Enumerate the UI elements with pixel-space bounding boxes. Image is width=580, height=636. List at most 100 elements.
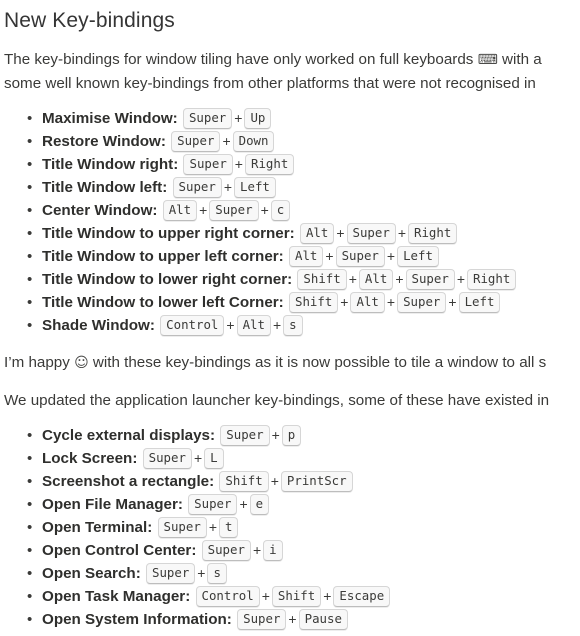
keybinding-item: Open Control Center: Super+i	[4, 539, 580, 562]
key-cap: Super	[346, 223, 396, 244]
keybinding-label: Cycle external displays:	[42, 427, 216, 444]
key-cap: Left	[234, 177, 276, 198]
key-cap: Super	[182, 108, 233, 129]
key-cap: Super	[237, 609, 287, 630]
key-cap: Super	[142, 448, 192, 469]
key-cap: Super	[171, 131, 221, 152]
key-cap: Right	[408, 223, 458, 244]
key-cap: L	[204, 448, 224, 469]
key-cap: Escape	[333, 586, 391, 607]
plus-separator: +	[325, 248, 334, 264]
keybinding-item: Title Window to lower left Corner: Shift…	[4, 291, 580, 314]
key-cap: s	[207, 563, 227, 584]
keybinding-item: Restore Window: Super+Down	[4, 130, 580, 153]
plus-separator: +	[222, 133, 231, 149]
key-cap: Right	[244, 154, 295, 175]
happy-text-after: with these key-bindings as it is now pos…	[88, 354, 547, 371]
key-cap: Super	[405, 269, 455, 290]
key-cap: Alt	[288, 246, 324, 267]
keybinding-item: Cycle external displays: Super+p	[4, 424, 580, 447]
keybinding-label: Center Window:	[42, 202, 158, 219]
key-cap: Super	[172, 177, 222, 198]
plus-separator: +	[448, 294, 457, 310]
key-cap: Alt	[299, 223, 335, 244]
launcher-keybinding-list: Cycle external displays: Super+pLock Scr…	[4, 424, 580, 631]
key-cap: Shift	[271, 586, 322, 607]
plus-separator: +	[386, 248, 396, 264]
plus-separator: +	[234, 156, 243, 172]
happy-paragraph: I’m happy ☺ with these key-bindings as i…	[4, 351, 580, 375]
key-cap: Super	[397, 292, 447, 313]
keybinding-label: Shade Window:	[42, 317, 155, 334]
keybinding-item: Title Window to upper right corner: Alt+…	[4, 222, 580, 245]
keybinding-label: Title Window to upper left corner:	[42, 248, 284, 265]
plus-separator: +	[288, 611, 297, 627]
key-cap: Super	[335, 246, 385, 267]
keybinding-label: Open File Manager:	[42, 496, 183, 513]
key-cap: Alt	[236, 315, 271, 336]
plus-separator: +	[386, 294, 396, 310]
keybinding-label: Screenshot a rectangle:	[42, 473, 215, 490]
plus-separator: +	[234, 110, 243, 126]
key-cap: Pause	[298, 609, 348, 630]
keybinding-label: Title Window to lower right corner:	[42, 271, 293, 288]
key-cap: Super	[145, 563, 196, 584]
plus-separator: +	[199, 202, 208, 218]
key-cap: Super	[201, 540, 251, 561]
key-cap: e	[249, 494, 270, 515]
keybinding-item: Open Terminal: Super+t	[4, 516, 580, 539]
plus-separator: +	[272, 317, 282, 333]
intro-paragraph: The key-bindings for window tiling have …	[4, 48, 580, 95]
key-cap: Shift	[288, 292, 339, 313]
plus-separator: +	[239, 496, 248, 512]
plus-separator: +	[260, 202, 269, 218]
key-cap: p	[281, 425, 302, 446]
plus-separator: +	[261, 588, 270, 604]
plus-separator: +	[323, 588, 332, 604]
key-cap: Control	[195, 586, 260, 607]
plus-separator: +	[197, 565, 206, 581]
keybinding-item: Lock Screen: Super+L	[4, 447, 580, 470]
keybinding-item: Open File Manager: Super+e	[4, 493, 580, 516]
keybinding-item: Open Task Manager: Control+Shift+Escape	[4, 585, 580, 608]
plus-separator: +	[226, 317, 235, 333]
keybinding-label: Open Control Center:	[42, 542, 197, 559]
keybinding-item: Open Search: Super+s	[4, 562, 580, 585]
key-cap: t	[219, 517, 239, 538]
plus-separator: +	[336, 225, 345, 241]
key-cap: Left	[397, 246, 439, 267]
tiling-keybinding-list: Maximise Window: Super+UpRestore Window:…	[4, 107, 580, 337]
plus-separator: +	[395, 271, 404, 287]
key-cap: Super	[209, 200, 259, 221]
key-cap: s	[283, 315, 303, 336]
keybinding-item: Title Window left: Super+Left	[4, 176, 580, 199]
keybinding-item: Title Window to lower right corner: Shif…	[4, 268, 580, 291]
launcher-paragraph: We updated the application launcher key-…	[4, 392, 550, 409]
plus-separator: +	[270, 473, 279, 489]
plus-separator: +	[223, 179, 233, 195]
key-cap: Alt	[350, 292, 385, 313]
keybinding-item: Center Window: Alt+Super+c	[4, 199, 580, 222]
keyboard-icon: ⌨	[477, 52, 498, 68]
plus-separator: +	[252, 542, 262, 558]
keybinding-label: Restore Window:	[42, 133, 166, 150]
keybinding-item: Shade Window: Control+Alt+s	[4, 314, 580, 337]
keybinding-label: Open Task Manager:	[42, 588, 191, 605]
plus-separator: +	[193, 450, 203, 466]
key-cap: Left	[458, 292, 501, 313]
key-cap: PrintScr	[280, 471, 353, 492]
page-title: New Key-bindings	[4, 9, 175, 32]
plus-separator: +	[397, 225, 407, 241]
plus-separator: +	[456, 271, 465, 287]
key-cap: Alt	[358, 269, 394, 290]
key-cap: Right	[467, 269, 517, 290]
keybinding-label: Title Window to lower left Corner:	[42, 294, 284, 311]
keybinding-item: Title Window to upper left corner: Alt+S…	[4, 245, 580, 268]
key-cap: Super	[157, 517, 207, 538]
plus-separator: +	[208, 519, 217, 535]
keybinding-label: Open Terminal:	[42, 519, 153, 536]
key-cap: Shift	[219, 471, 269, 492]
key-cap: Shift	[297, 269, 347, 290]
key-cap: Super	[220, 425, 270, 446]
keybinding-item: Maximise Window: Super+Up	[4, 107, 580, 130]
